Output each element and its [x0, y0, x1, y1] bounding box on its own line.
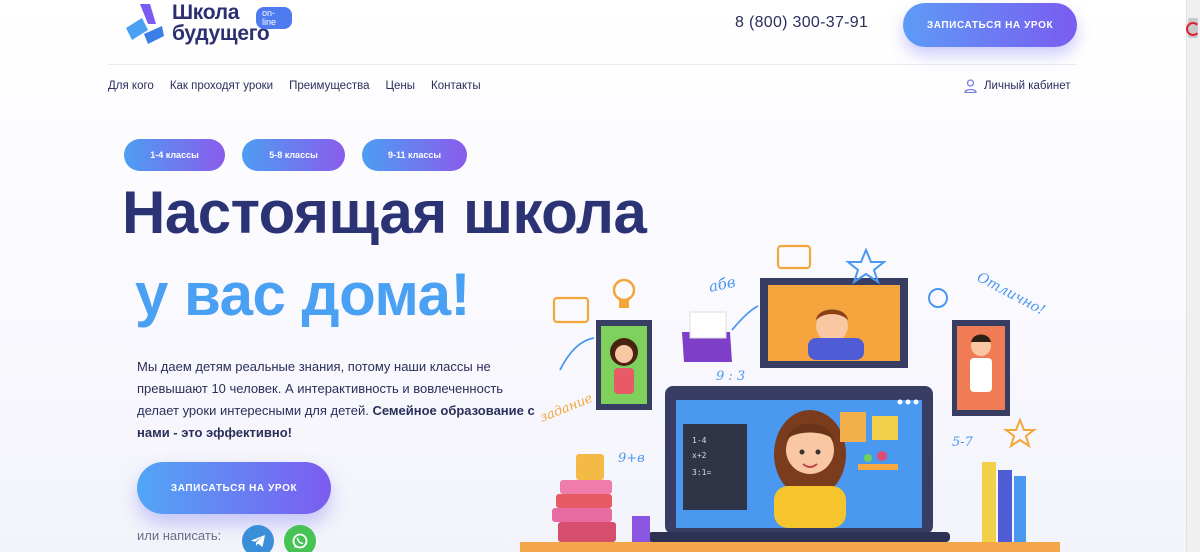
hero-signup-button[interactable]: ЗАПИСАТЬСЯ НА УРОК	[137, 462, 331, 514]
hero-description: Мы даем детям реальные знания, потому на…	[137, 356, 537, 444]
books	[982, 462, 996, 542]
svg-text:3:1=: 3:1=	[692, 468, 711, 477]
logo-line-1: Школа	[172, 1, 240, 24]
user-icon	[964, 79, 977, 93]
note-5-7: 5-7	[952, 435, 974, 450]
grade-5-8-button[interactable]: 5-8 классы	[242, 139, 345, 171]
nav-item-contacts[interactable]: Контакты	[431, 80, 481, 92]
scrollbar[interactable]	[1186, 0, 1200, 552]
logo-badge: on-line	[256, 7, 292, 29]
nav-item-for-whom[interactable]: Для кого	[108, 80, 154, 92]
note-9b: 9+в	[618, 451, 645, 466]
hero-title: Настоящая школа	[122, 179, 647, 246]
logo-text: Школа будущего	[172, 1, 270, 45]
nav-item-how-lessons[interactable]: Как проходят уроки	[170, 80, 273, 92]
note-excellent: Отлично!	[974, 269, 1047, 318]
nav-item-advantages[interactable]: Преимущества	[289, 80, 369, 92]
logo-mark-icon	[126, 4, 164, 44]
note-task: задание	[538, 391, 595, 426]
logo-line-2: будущего	[172, 22, 270, 45]
header-divider	[108, 64, 1077, 65]
logo[interactable]: Школа будущего on-line	[122, 0, 292, 48]
laptop-base	[648, 532, 950, 542]
write-label: или написать:	[137, 528, 222, 543]
personal-cabinet-link[interactable]: Личный кабинет	[964, 79, 1071, 93]
svg-text:1-4: 1-4	[692, 436, 707, 445]
nav-item-prices[interactable]: Цены	[385, 80, 415, 92]
teacher-shirt	[774, 486, 846, 528]
hero-illustration: 1-4 x+2 3:1= абв Отлично! задание 9: 3 …	[520, 244, 1060, 552]
landing-page: Школа будущего on-line 8 (800) 300-37-91…	[0, 0, 1200, 552]
whatsapp-button[interactable]	[284, 525, 316, 552]
note-9-3: 9 : 3	[716, 369, 745, 384]
scroll-marker-icon	[1186, 22, 1200, 36]
grade-9-11-button[interactable]: 9-11 классы	[362, 139, 467, 171]
cabinet-label: Личный кабинет	[984, 80, 1071, 92]
main-nav: Для кого Как проходят уроки Преимущества…	[108, 80, 481, 92]
svg-text:x+2: x+2	[692, 451, 707, 460]
telegram-button[interactable]	[242, 525, 274, 552]
whatsapp-icon	[292, 533, 308, 549]
desk	[520, 542, 1060, 552]
telegram-icon	[251, 535, 265, 547]
note-abv: абв	[707, 273, 737, 296]
hero-subtitle: у вас дома!	[135, 261, 470, 328]
header-signup-button[interactable]: ЗАПИСАТЬСЯ НА УРОК	[903, 3, 1077, 47]
grade-1-4-button[interactable]: 1-4 классы	[124, 139, 225, 171]
phone-link[interactable]: 8 (800) 300-37-91	[735, 14, 868, 32]
